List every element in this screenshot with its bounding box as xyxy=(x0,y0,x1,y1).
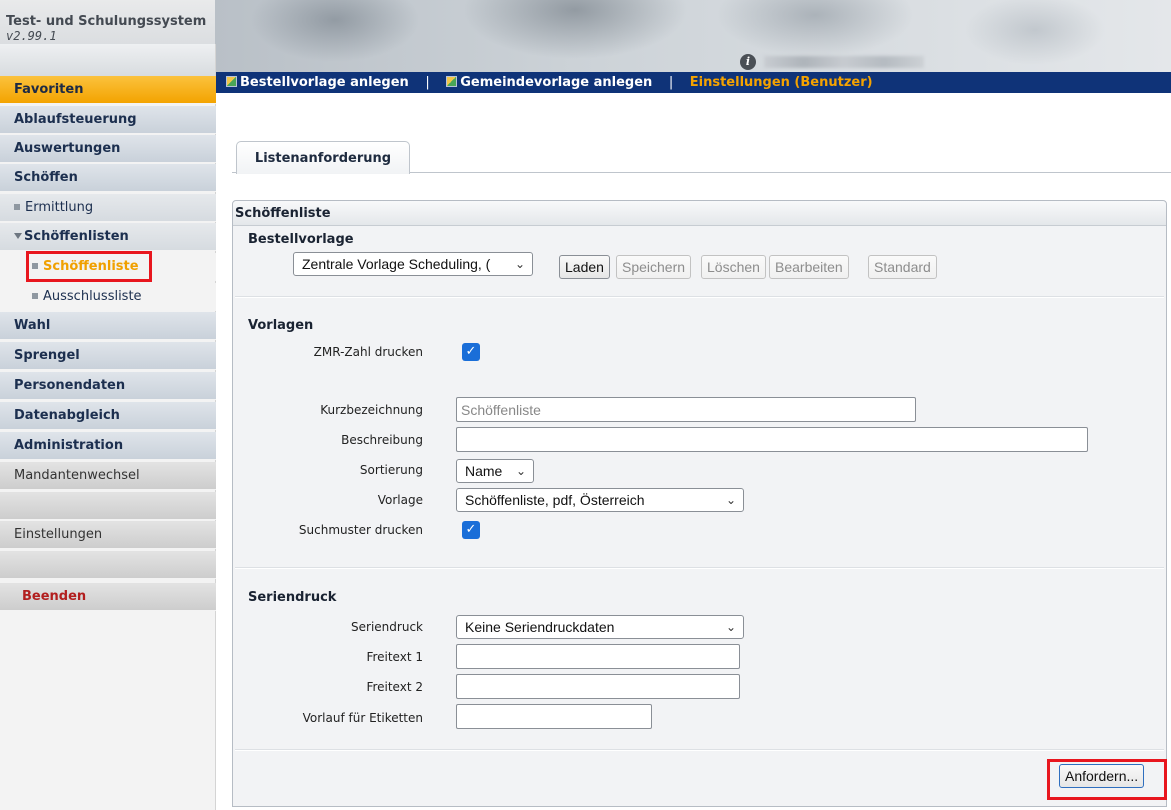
expand-triangle-icon xyxy=(14,232,22,239)
sidebar-item-personendaten[interactable]: Personendaten xyxy=(0,372,216,400)
vorlage-select[interactable]: Schöffenliste, pdf, Österreich ⌄ xyxy=(456,488,744,512)
app-title: Test- und Schulungssystem xyxy=(6,14,207,29)
section-title-bestellvorlage: Bestellvorlage xyxy=(248,232,354,247)
nav-bestellvorlage-anlegen[interactable]: Bestellvorlage anlegen xyxy=(240,75,409,90)
tab-baseline xyxy=(232,172,236,173)
bullet-icon xyxy=(32,292,38,299)
section-divider xyxy=(235,567,1164,569)
sidebar-item-auswertungen[interactable]: Auswertungen xyxy=(0,135,216,163)
template-add-icon xyxy=(446,76,458,87)
kurzbezeichnung-label: Kurzbezeichnung xyxy=(320,403,423,417)
select-value: Keine Seriendruckdaten xyxy=(465,619,615,635)
laden-button[interactable]: Laden xyxy=(559,255,610,279)
chevron-down-icon: ⌄ xyxy=(515,464,526,478)
user-info-redacted xyxy=(764,56,924,68)
sidebar-item-label: Mandantenwechsel xyxy=(14,468,140,483)
header-banner-image xyxy=(215,0,1171,72)
select-value: Zentrale Vorlage Scheduling, ( xyxy=(302,256,491,272)
suchmuster-label: Suchmuster drucken xyxy=(298,523,423,537)
sidebar-item-beenden[interactable]: Beenden xyxy=(0,583,216,611)
sidebar-item-mandantenwechsel[interactable]: Mandantenwechsel xyxy=(0,462,216,490)
sidebar-item-label: Schöffen xyxy=(14,170,78,185)
loeschen-button[interactable]: Löschen xyxy=(701,255,766,279)
app-version: v2.99.1 xyxy=(6,29,57,43)
sortierung-label: Sortierung xyxy=(359,463,423,477)
zmr-zahl-label: ZMR-Zahl drucken xyxy=(313,345,423,359)
section-title-seriendruck: Seriendruck xyxy=(248,590,337,605)
tab-listenanforderung[interactable]: Listenanforderung xyxy=(236,141,410,174)
chevron-down-icon: ⌄ xyxy=(725,493,736,507)
seriendruck-select[interactable]: Keine Seriendruckdaten ⌄ xyxy=(456,615,744,639)
freitext2-label: Freitext 2 xyxy=(366,680,423,694)
sidebar-item-label: Administration xyxy=(14,438,124,453)
template-add-icon xyxy=(226,76,237,87)
tab-baseline xyxy=(410,172,1171,173)
freitext1-input[interactable] xyxy=(456,644,740,669)
vorlage-label: Vorlage xyxy=(377,493,423,507)
select-value: Schöffenliste, pdf, Österreich xyxy=(465,492,645,508)
sidebar-item-label: Auswertungen xyxy=(14,141,121,156)
sidebar-spacer xyxy=(0,492,216,520)
vorlauf-label: Vorlauf für Etiketten xyxy=(302,711,423,725)
zmr-zahl-checkbox[interactable]: ✓ xyxy=(462,343,480,361)
standard-button[interactable]: Standard xyxy=(868,255,937,279)
nav-gemeindevorlage-anlegen[interactable]: Gemeindevorlage anlegen xyxy=(460,75,652,90)
chevron-down-icon: ⌄ xyxy=(514,257,525,271)
form-panel: Schöffenliste Bestellvorlage Zentrale Vo… xyxy=(232,200,1167,807)
kurzbezeichnung-input[interactable] xyxy=(456,397,916,422)
sidebar-item-label: Ermittlung xyxy=(25,200,94,215)
sidebar-item-label: Sprengel xyxy=(14,348,80,363)
sidebar-item-datenabgleich[interactable]: Datenabgleich xyxy=(0,402,216,430)
sidebar-item-sprengel[interactable]: Sprengel xyxy=(0,342,216,370)
sidebar-item-label: Personendaten xyxy=(14,378,126,393)
suchmuster-checkbox[interactable]: ✓ xyxy=(462,521,480,539)
freitext2-input[interactable] xyxy=(456,674,740,699)
sidebar-item-administration[interactable]: Administration xyxy=(0,432,216,460)
sidebar-item-schoeffenlisten[interactable]: Schöffenlisten xyxy=(0,223,216,251)
sidebar-item-label: Beenden xyxy=(22,589,87,604)
sidebar-item-ausschlussliste[interactable]: Ausschlussliste xyxy=(0,283,216,311)
nav-separator: | xyxy=(425,75,430,90)
section-divider xyxy=(235,749,1164,751)
bestellvorlage-select[interactable]: Zentrale Vorlage Scheduling, ( ⌄ xyxy=(293,252,533,276)
bullet-icon xyxy=(14,203,20,210)
sidebar-item-label: Ablaufsteuerung xyxy=(14,112,137,127)
seriendruck-label: Seriendruck xyxy=(351,620,423,634)
vorlauf-input[interactable] xyxy=(456,704,652,729)
beschreibung-label: Beschreibung xyxy=(341,433,423,447)
bearbeiten-button[interactable]: Bearbeiten xyxy=(769,255,849,279)
nav-einstellungen-benutzer[interactable]: Einstellungen (Benutzer) xyxy=(690,75,873,90)
anfordern-button[interactable]: Anfordern... xyxy=(1059,764,1145,788)
info-icon[interactable]: i xyxy=(740,54,756,70)
sidebar-item-schoeffen[interactable]: Schöffen xyxy=(0,164,216,192)
freitext1-label: Freitext 1 xyxy=(366,650,423,664)
panel-title: Schöffenliste xyxy=(233,201,1166,226)
sortierung-select[interactable]: Name ⌄ xyxy=(456,459,534,483)
sidebar-spacer xyxy=(0,551,216,579)
sidebar-item-label: Schöffenliste xyxy=(43,259,139,274)
beschreibung-input[interactable] xyxy=(456,427,1088,452)
speichern-button[interactable]: Speichern xyxy=(616,255,692,279)
sidebar-item-ablaufsteuerung[interactable]: Ablaufsteuerung xyxy=(0,106,216,134)
sidebar-item-label: Schöffenlisten xyxy=(24,229,129,244)
sidebar-item-favoriten[interactable]: Favoriten xyxy=(0,76,216,104)
sidebar-item-wahl[interactable]: Wahl xyxy=(0,312,216,340)
sidebar-item-label: Wahl xyxy=(14,318,51,333)
sidebar-item-ermittlung[interactable]: Ermittlung xyxy=(0,194,216,222)
sidebar-item-schoeffenliste[interactable]: Schöffenliste xyxy=(0,253,216,281)
top-nav-bar: Bestellvorlage anlegen | Gemeindevorlage… xyxy=(216,72,1171,93)
section-title-vorlagen: Vorlagen xyxy=(248,318,314,333)
bullet-icon xyxy=(32,262,38,269)
sidebar-item-label: Datenabgleich xyxy=(14,408,120,423)
sidebar-item-einstellungen[interactable]: Einstellungen xyxy=(0,521,216,549)
sidebar-item-label: Ausschlussliste xyxy=(43,289,142,304)
chevron-down-icon: ⌄ xyxy=(725,620,736,634)
sidebar-item-label: Favoriten xyxy=(14,82,84,97)
sidebar-item-label: Einstellungen xyxy=(14,527,103,542)
sidebar-cap xyxy=(0,44,215,76)
nav-separator: | xyxy=(668,75,674,90)
section-divider xyxy=(235,296,1164,298)
select-value: Name xyxy=(465,463,503,479)
